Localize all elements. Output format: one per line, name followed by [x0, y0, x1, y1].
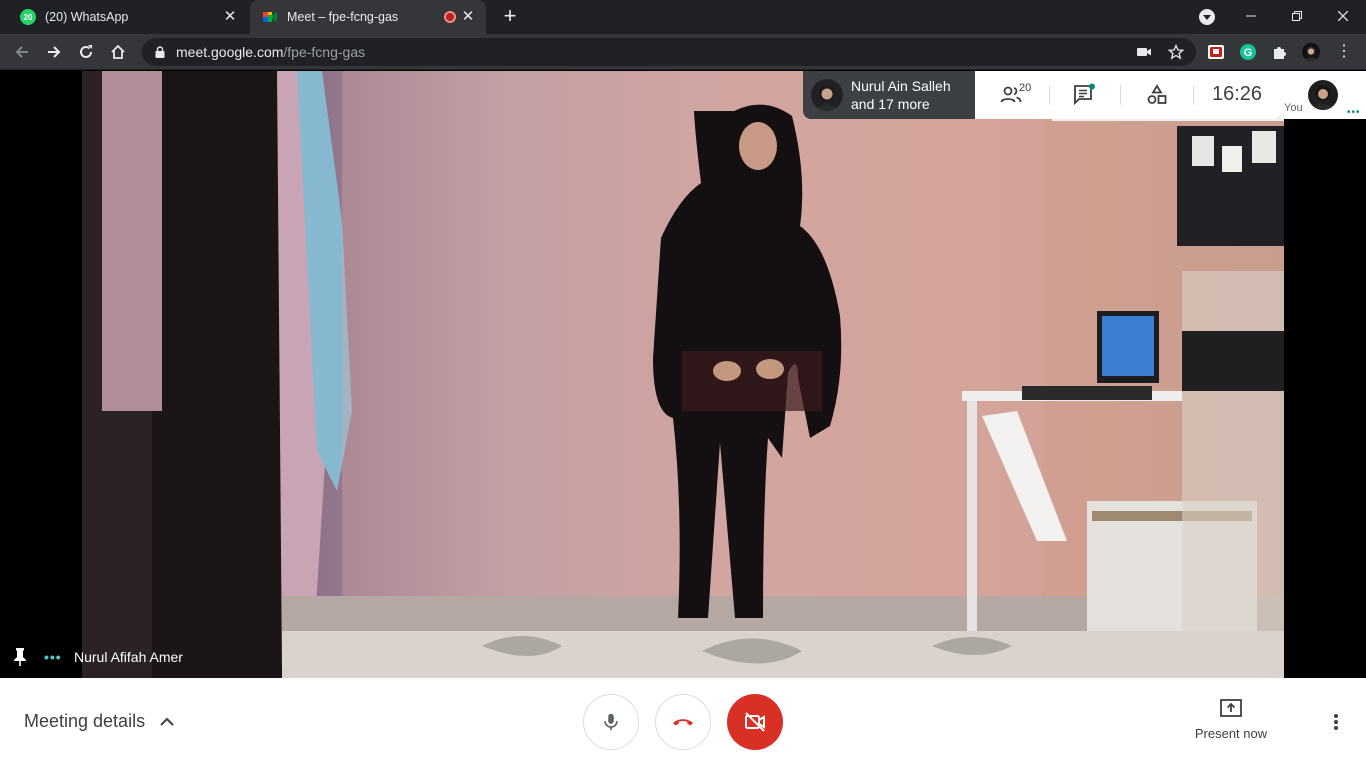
tab-title: (20) WhatsApp	[45, 10, 129, 24]
user-avatar-icon	[1305, 46, 1317, 61]
google-meet-icon	[263, 12, 277, 22]
extensions-puzzle-icon[interactable]	[1271, 43, 1289, 61]
close-tab-icon[interactable]: ✕	[460, 9, 476, 25]
bookmark-star-icon[interactable]	[1168, 44, 1184, 60]
participant-avatar	[811, 79, 843, 111]
meet-controls-bar: Meeting details Present now	[0, 678, 1366, 768]
more-options-button[interactable]	[1324, 710, 1348, 734]
restore-button[interactable]	[1274, 0, 1320, 32]
lock-icon	[155, 46, 165, 58]
recording-indicator-icon	[444, 11, 456, 23]
close-icon	[1338, 11, 1348, 21]
self-avatar	[1308, 80, 1338, 110]
restore-icon	[1292, 11, 1302, 21]
participants-chip-line2: and 17 more	[851, 96, 930, 112]
camera-off-icon	[745, 712, 765, 732]
whatsapp-icon: 20	[20, 9, 36, 25]
user-avatar-icon	[817, 85, 837, 111]
reload-button[interactable]	[72, 38, 100, 66]
hang-up-phone-icon	[673, 719, 693, 726]
address-bar[interactable]: meet.google.com/fpe-fcng-gas	[142, 38, 1196, 66]
divider	[1193, 85, 1194, 105]
forward-arrow-icon	[48, 46, 61, 58]
forward-button[interactable]	[40, 38, 68, 66]
user-avatar-icon	[1313, 85, 1333, 110]
divider	[1049, 85, 1050, 105]
more-vert-icon	[1334, 714, 1338, 730]
meet-top-bar: 20 16:26	[975, 71, 1281, 119]
browser-toolbar: meet.google.com/fpe-fcng-gas G ⋮	[0, 34, 1366, 70]
close-window-button[interactable]	[1320, 0, 1366, 32]
camera-in-use-icon[interactable]	[1136, 44, 1152, 60]
present-screen-icon	[1220, 699, 1242, 717]
tab-search-icon[interactable]	[1199, 9, 1215, 25]
pocket-extension-icon[interactable]	[1207, 43, 1225, 61]
svg-text:G: G	[1244, 47, 1253, 59]
tab-meet[interactable]: Meet – fpe-fcng-gas ✕	[250, 0, 486, 34]
self-label: You	[1284, 102, 1303, 114]
home-button[interactable]	[104, 38, 132, 66]
browser-tab-strip: 20 (20) WhatsApp ✕ Meet – fpe-fcng-gas ✕…	[0, 0, 1366, 34]
back-arrow-icon	[15, 46, 28, 58]
self-options-dots-icon[interactable]: •••	[1347, 107, 1361, 118]
meeting-details-label: Meeting details	[24, 711, 146, 731]
chevron-up-icon	[160, 717, 174, 726]
reload-icon	[80, 45, 92, 58]
grammarly-extension-icon[interactable]: G	[1239, 43, 1257, 61]
speaker-video	[82, 71, 1284, 678]
home-icon	[111, 44, 125, 59]
microphone-toggle-button[interactable]	[583, 694, 639, 750]
leave-call-button[interactable]	[655, 694, 711, 750]
close-tab-icon[interactable]: ✕	[222, 9, 238, 25]
video-frame-image	[82, 71, 1284, 678]
pin-icon[interactable]	[12, 647, 28, 667]
meet-stage: Nurul Ain Salleh and 17 more 20 16:26 Yo…	[0, 71, 1366, 678]
camera-toggle-button[interactable]	[727, 694, 783, 750]
present-now-button[interactable]: Present now	[1184, 698, 1278, 741]
self-view-tile[interactable]: You •••	[1281, 71, 1366, 119]
activities-icon[interactable]	[1145, 83, 1169, 107]
divider	[1120, 85, 1121, 105]
present-now-label: Present now	[1194, 726, 1268, 741]
participant-count: 20	[1019, 82, 1032, 94]
minimize-button[interactable]	[1228, 0, 1274, 32]
active-speaker-name: Nurul Afifah Amer	[74, 649, 183, 665]
minimize-icon	[1246, 15, 1256, 17]
url-path: /fpe-fcng-gas	[283, 44, 366, 60]
chrome-menu-icon[interactable]: ⋮	[1335, 43, 1353, 61]
profile-avatar[interactable]	[1302, 43, 1320, 61]
meeting-clock: 16:26	[1212, 83, 1263, 105]
participants-chip-line1: Nurul Ain Salleh	[851, 78, 951, 94]
participants-chip[interactable]: Nurul Ain Salleh and 17 more	[803, 71, 975, 119]
url-host: meet.google.com	[176, 44, 284, 60]
tab-whatsapp[interactable]: 20 (20) WhatsApp ✕	[8, 0, 248, 34]
meeting-details-button[interactable]: Meeting details	[24, 711, 175, 732]
tab-title: Meet – fpe-fcng-gas	[287, 10, 399, 24]
speaking-indicator-icon: •••	[44, 649, 62, 665]
microphone-icon	[604, 713, 618, 731]
new-tab-button[interactable]: +	[498, 5, 522, 29]
back-button[interactable]	[8, 38, 36, 66]
chat-icon[interactable]	[1072, 83, 1096, 107]
